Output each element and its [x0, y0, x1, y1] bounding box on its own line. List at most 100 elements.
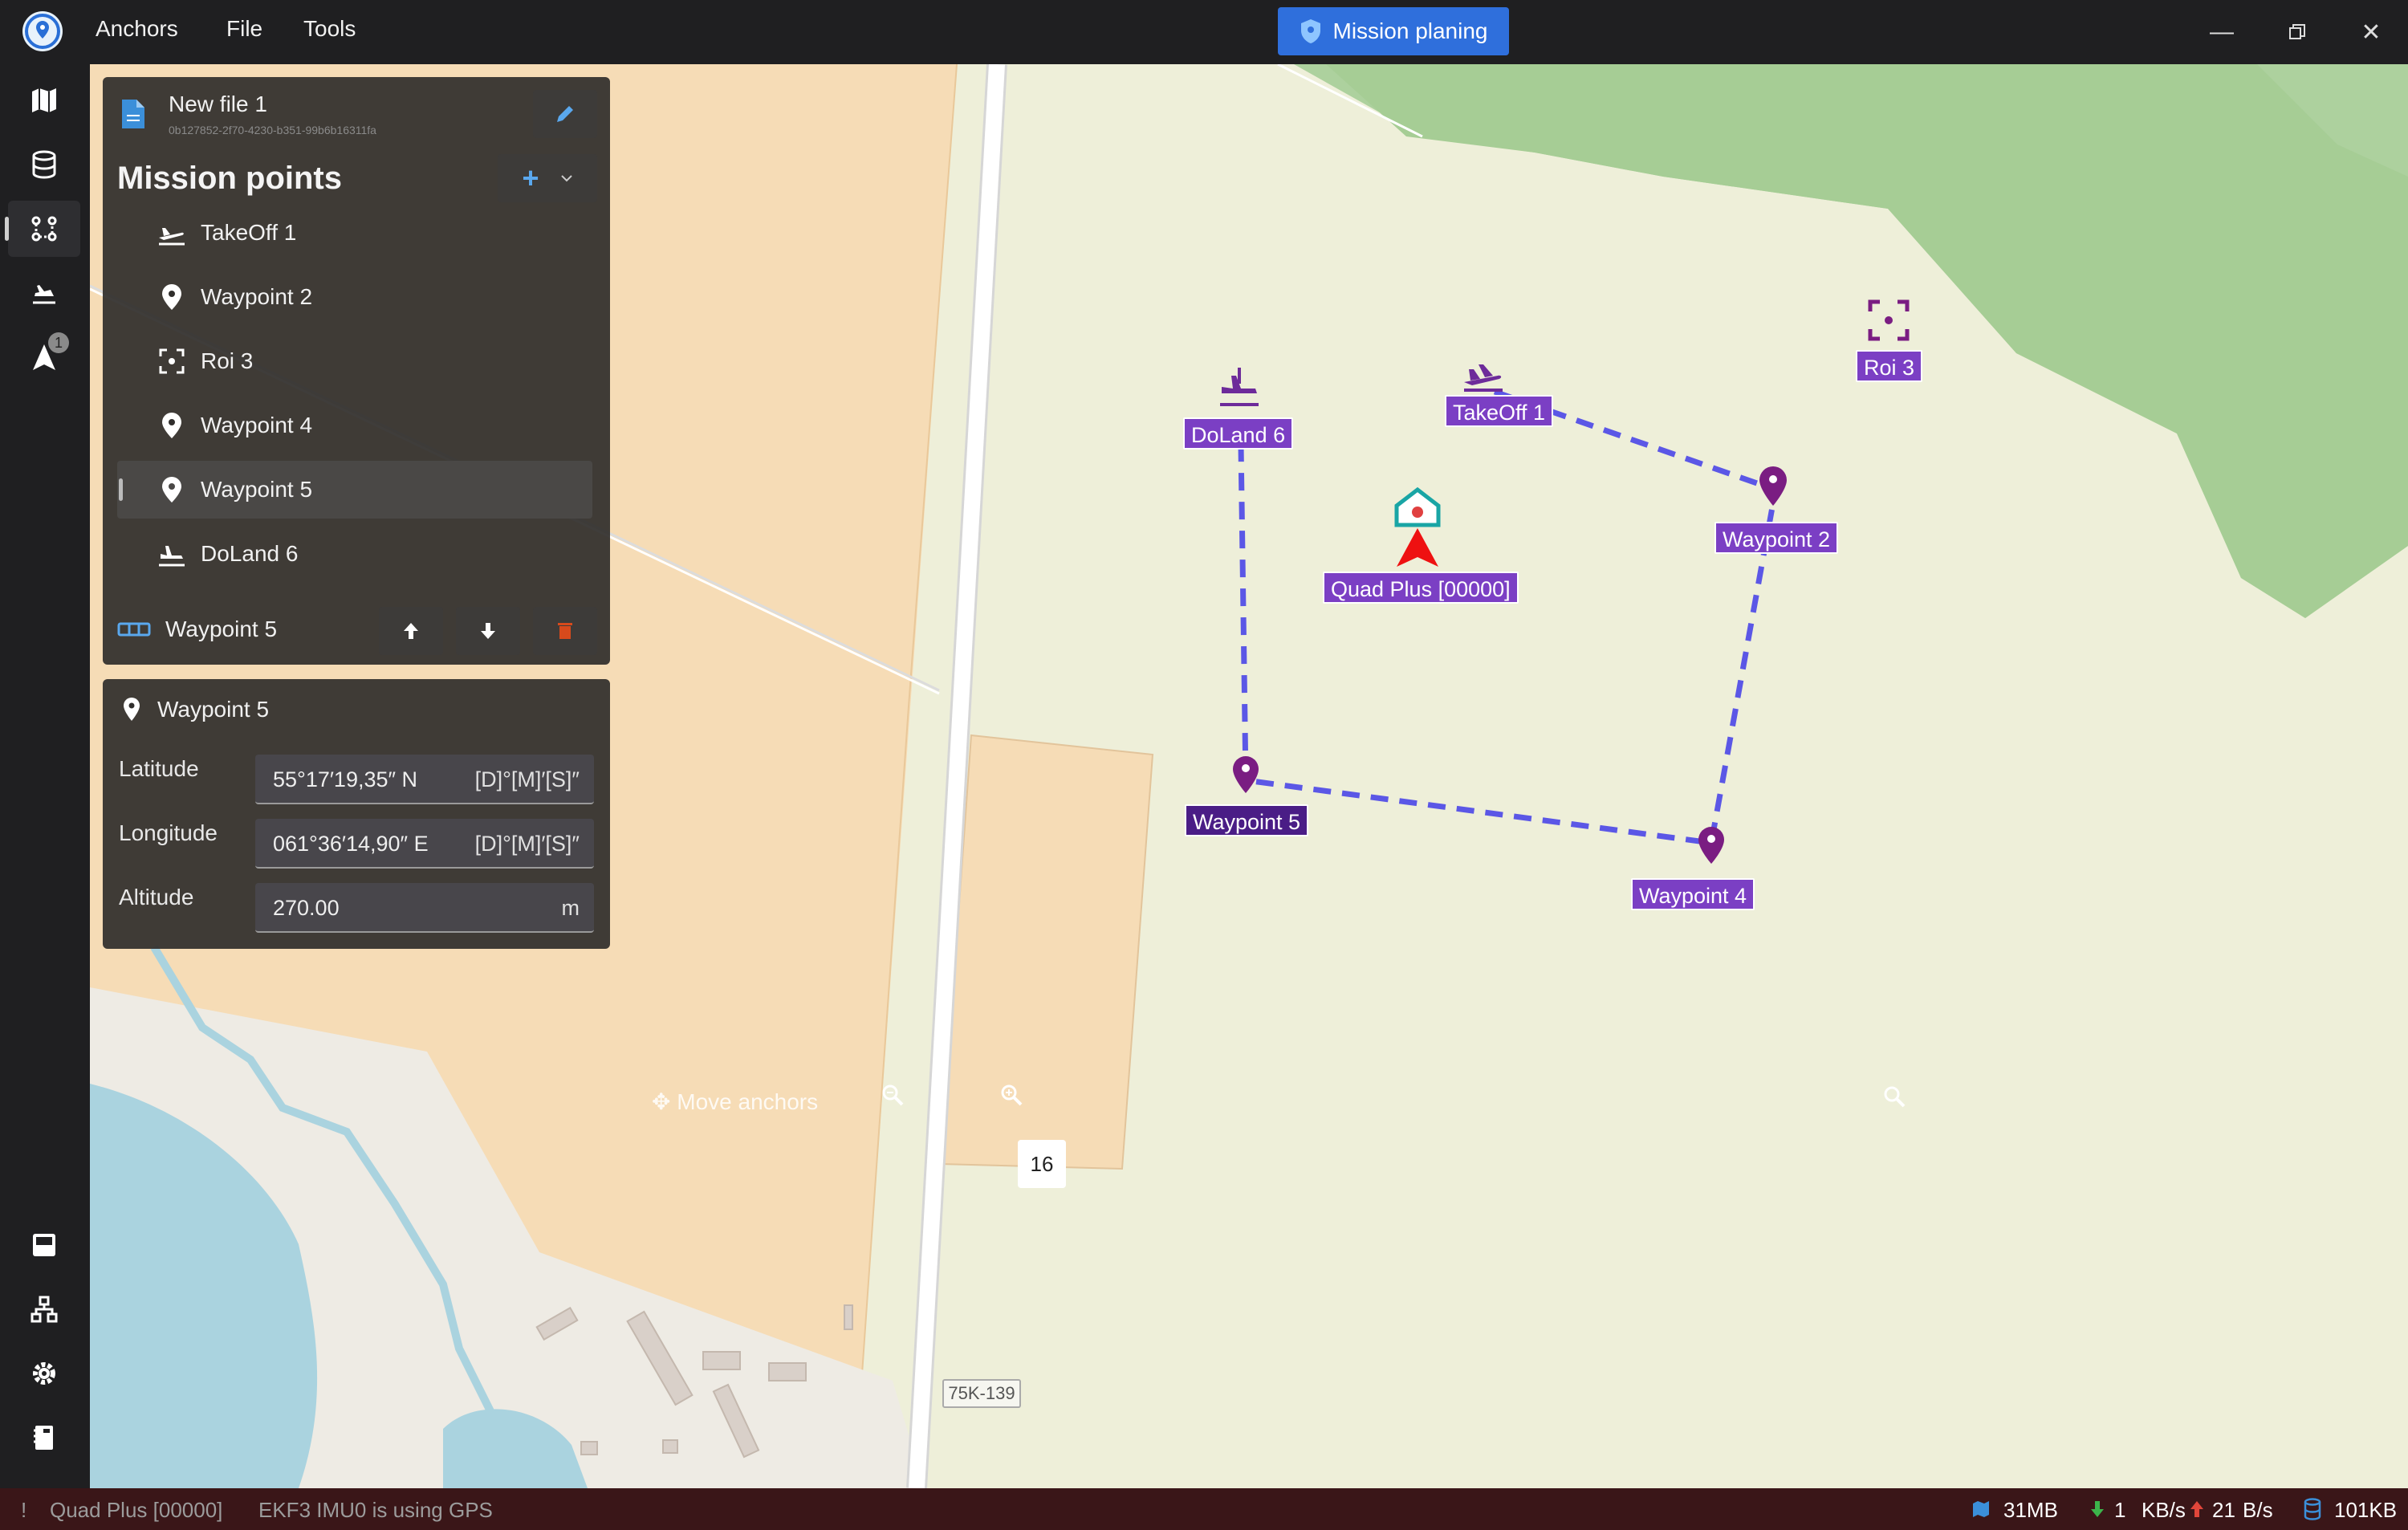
- point-details-panel: Waypoint 5 Latitude 55°17′19,35″ N [D]°[…: [103, 679, 610, 949]
- move-up-button[interactable]: [379, 607, 443, 655]
- mission-points-title: Mission points: [117, 161, 342, 196]
- longitude-field[interactable]: 061°36′14,90″ E [D]°[M]′[S]″: [255, 819, 594, 869]
- download-rate: 1: [2114, 1498, 2126, 1522]
- latitude-field[interactable]: 55°17′19,35″ N [D]°[M]′[S]″: [255, 755, 594, 804]
- altitude-label: Altitude: [119, 885, 194, 909]
- mission-item-roi-3[interactable]: Roi 3: [117, 332, 592, 390]
- mission-item-label: DoLand 6: [201, 541, 299, 566]
- latitude-label: Latitude: [119, 756, 199, 781]
- rail-vehicles-button[interactable]: 1: [8, 329, 80, 385]
- move-anchors-label: Move anchors: [677, 1089, 819, 1114]
- map-search-button[interactable]: [1883, 1085, 1906, 1113]
- mission-item-label: TakeOff 1: [201, 220, 297, 245]
- delete-button[interactable]: [533, 607, 597, 655]
- mission-item-doland-6[interactable]: DoLand 6: [117, 525, 592, 583]
- notebook-icon: [34, 1426, 53, 1450]
- waypoint-4-marker-icon[interactable]: [1694, 824, 1729, 865]
- status-vehicle[interactable]: Quad Plus [00000]: [50, 1498, 222, 1523]
- mission-item-label: Waypoint 4: [201, 413, 313, 437]
- arrow-up-icon: [404, 623, 418, 639]
- app-window: Anchors File Tools Mission planing — ✕ 1: [0, 0, 2408, 1530]
- mission-item-label: Waypoint 5: [201, 477, 313, 502]
- roi-marker-icon[interactable]: [1867, 299, 1910, 342]
- left-rail: 1: [0, 64, 90, 1488]
- restore-button[interactable]: [2275, 10, 2320, 55]
- takeoff-marker-label[interactable]: TakeOff 1: [1445, 395, 1554, 427]
- rail-mission-button[interactable]: [5, 201, 80, 257]
- edit-file-button[interactable]: [533, 90, 597, 138]
- zoom-out-button[interactable]: [881, 1084, 904, 1112]
- arrow-down-icon: [481, 623, 495, 639]
- mission-item-label: Waypoint 2: [201, 284, 313, 309]
- mission-item-waypoint-5[interactable]: Waypoint 5: [117, 461, 592, 519]
- rail-database-button[interactable]: [8, 136, 80, 193]
- move-icon: ✥: [652, 1089, 671, 1114]
- mission-item-waypoint-2[interactable]: Waypoint 2: [117, 268, 592, 326]
- waypoint-4-marker-label[interactable]: Waypoint 4: [1631, 878, 1755, 910]
- rail-network-button[interactable]: [8, 1281, 80, 1337]
- database-size: 101KB: [2334, 1498, 2398, 1522]
- file-icon: [122, 100, 144, 128]
- add-point-button[interactable]: +: [498, 154, 597, 202]
- map-icon: [1973, 1501, 1989, 1517]
- zoom-out-icon: [882, 1084, 904, 1106]
- waypoint-5-marker-icon[interactable]: [1228, 753, 1263, 795]
- altitude-field[interactable]: 270.00 m: [255, 883, 594, 933]
- takeoff-icon: [159, 228, 185, 246]
- move-anchors-button[interactable]: ✥ Move anchors: [652, 1088, 818, 1115]
- restore-icon: [2289, 24, 2305, 39]
- menu-tools[interactable]: Tools: [303, 16, 356, 42]
- zoom-in-icon: [1001, 1084, 1023, 1106]
- move-down-button[interactable]: [456, 607, 520, 655]
- rail-map-button[interactable]: [8, 72, 80, 128]
- latitude-value: 55°17′19,35″ N: [273, 767, 418, 791]
- waypoint-chain-icon: [117, 622, 151, 637]
- search-icon: [1884, 1086, 1906, 1108]
- minimize-button[interactable]: —: [2199, 10, 2244, 55]
- map-pin-icon: [124, 698, 140, 721]
- altitude-unit: m: [561, 896, 580, 920]
- pencil-icon: [557, 106, 573, 122]
- shield-icon: [1300, 19, 1320, 43]
- trash-icon: [558, 623, 572, 639]
- selected-point-label: Waypoint 5: [165, 616, 278, 641]
- mission-item-takeoff[interactable]: TakeOff 1: [117, 204, 592, 262]
- zoom-in-button[interactable]: [1000, 1084, 1023, 1112]
- waypoint-2-marker-icon[interactable]: [1755, 462, 1792, 507]
- rail-flight-button[interactable]: [8, 265, 80, 321]
- vehicle-marker-label[interactable]: Quad Plus [00000]: [1323, 572, 1519, 604]
- close-icon: ✕: [2361, 18, 2382, 46]
- download-unit: KB/s: [2142, 1498, 2186, 1522]
- waypoint-5-marker-label[interactable]: Waypoint 5: [1185, 804, 1309, 836]
- waypoint-2-marker-label[interactable]: Waypoint 2: [1714, 522, 1839, 554]
- close-button[interactable]: ✕: [2349, 10, 2394, 55]
- menu-anchors[interactable]: Anchors: [96, 16, 178, 42]
- takeoff-marker-icon[interactable]: [1461, 361, 1506, 393]
- rail-logs-button[interactable]: [8, 1217, 80, 1273]
- mission-planing-button[interactable]: Mission planing: [1278, 7, 1509, 55]
- route-icon: [31, 216, 57, 242]
- map-pin-icon: [162, 477, 181, 503]
- chevron-down-icon: [560, 175, 572, 182]
- doland-marker-icon[interactable]: [1217, 366, 1262, 408]
- roi-marker-label[interactable]: Roi 3: [1856, 350, 1923, 382]
- longitude-value: 061°36′14,90″ E: [273, 832, 429, 856]
- zoom-level-display: 16: [1018, 1140, 1066, 1188]
- roi-icon: [159, 348, 185, 374]
- longitude-format: [D]°[M]′[S]″: [474, 832, 580, 856]
- rail-settings-button[interactable]: [8, 1345, 80, 1402]
- rail-notes-button[interactable]: [8, 1410, 80, 1466]
- map-pin-icon: [162, 284, 181, 310]
- database-icon: [32, 150, 56, 179]
- status-bar: ! Quad Plus [00000] EKF3 IMU0 is using G…: [0, 1488, 2408, 1530]
- app-logo-icon: [22, 11, 63, 51]
- menu-file[interactable]: File: [226, 16, 262, 42]
- mission-panel: New file 1 0b127852-2f70-4230-b351-99b6b…: [103, 77, 610, 665]
- title-bar: Anchors File Tools Mission planing — ✕: [0, 0, 2408, 64]
- home-icon: [1394, 486, 1441, 567]
- inbox-icon: [33, 1234, 55, 1256]
- mission-item-waypoint-4[interactable]: Waypoint 4: [117, 397, 592, 454]
- doland-marker-label[interactable]: DoLand 6: [1183, 417, 1294, 450]
- altitude-value: 270.00: [273, 896, 340, 920]
- flight-icon: [33, 285, 55, 304]
